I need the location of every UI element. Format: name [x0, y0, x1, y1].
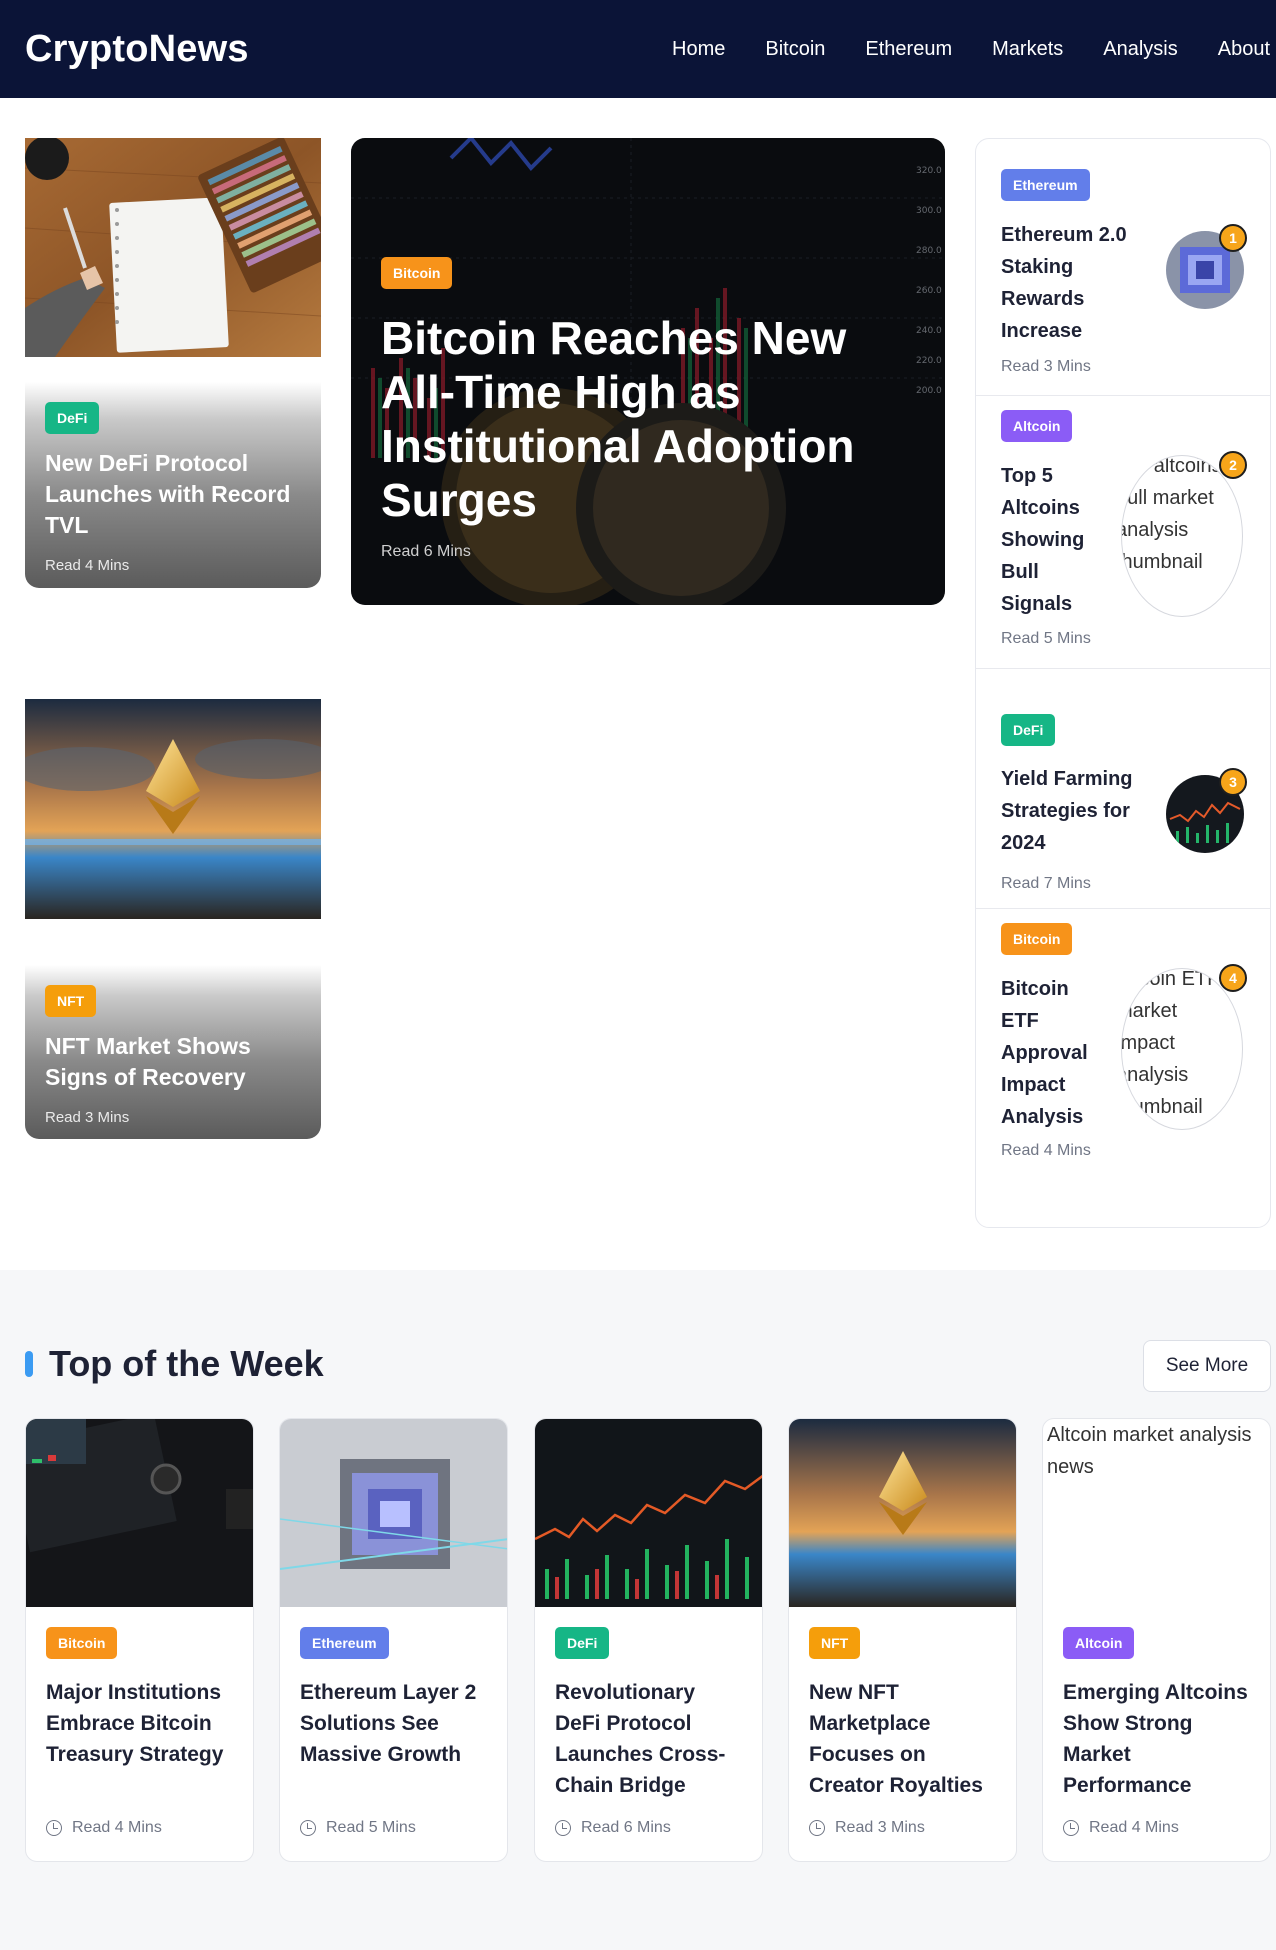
week-article-card[interactable]: DeFi Revolutionary DeFi Protocol Launche…	[534, 1418, 763, 1862]
read-time: Read 3 Mins	[1001, 358, 1091, 375]
sidebar-article-title[interactable]: Ethereum 2.0 Staking Rewards Increase	[1001, 219, 1151, 347]
read-time: Read 6 Mins	[381, 543, 471, 560]
article-image-ethereum-crystal[interactable]	[25, 699, 321, 919]
read-time: Read 6 Mins	[555, 1819, 671, 1837]
clock-icon	[809, 1820, 825, 1836]
read-time: Read 4 Mins	[1063, 1819, 1179, 1837]
article-card-nft-market[interactable]: NFT NFT Market Shows Signs of Recovery R…	[25, 965, 321, 1139]
read-time: Read 4 Mins	[46, 1819, 162, 1837]
sidebar-article-3[interactable]: DeFi Yield Farming Strategies for 2024 R…	[976, 669, 1270, 909]
category-badge[interactable]: Bitcoin	[1001, 923, 1073, 955]
rank-badge: 1	[1219, 224, 1247, 252]
week-article-card[interactable]: Bitcoin Major Institutions Embrace Bitco…	[25, 1418, 254, 1862]
category-badge[interactable]: Altcoin	[1063, 1627, 1135, 1659]
category-badge[interactable]: Altcoin	[1001, 410, 1073, 442]
section-header: Top of the Week See More	[25, 1340, 1271, 1392]
read-time: Read 4 Mins	[1001, 1142, 1091, 1159]
category-badge[interactable]: NFT	[809, 1627, 861, 1659]
trending-sidebar: Ethereum Ethereum 2.0 Staking Rewards In…	[975, 138, 1271, 1228]
featured-article[interactable]: 320.0 300.0 280.0 260.0 240.0 220.0 200.0 Bit…	[351, 138, 945, 605]
clock-icon	[46, 1820, 62, 1836]
category-badge[interactable]: Ethereum	[1001, 169, 1090, 201]
top-of-week-section: Top of the Week See More Bitcoin Major I…	[0, 1270, 1276, 1950]
article-image-ethereum-crystal[interactable]	[789, 1419, 1016, 1607]
category-badge[interactable]: NFT	[45, 985, 97, 1017]
nav-about[interactable]: About	[1218, 38, 1270, 61]
featured-content: Bitcoin Bitcoin Reaches New All-Time Hig…	[381, 257, 915, 561]
read-time: Read 3 Mins	[45, 1109, 130, 1126]
read-time: Read 3 Mins	[809, 1819, 925, 1837]
clock-icon	[1063, 1820, 1079, 1836]
nav-markets[interactable]: Markets	[992, 38, 1063, 61]
site-logo[interactable]: CryptoNews	[25, 28, 249, 71]
section-accent-bar	[25, 1351, 33, 1377]
read-time: Read 5 Mins	[1001, 630, 1091, 647]
article-image-laptop[interactable]	[26, 1419, 253, 1607]
article-title[interactable]: Revolutionary DeFi Protocol Launches Cro…	[555, 1677, 742, 1801]
week-article-card[interactable]: NFT New NFT Marketplace Focuses on Creat…	[788, 1418, 1017, 1862]
category-badge[interactable]: DeFi	[1001, 714, 1056, 746]
sidebar-article-4[interactable]: Bitcoin Bitcoin ETF Approval Impact Anal…	[976, 909, 1270, 1229]
category-badge[interactable]: DeFi	[45, 402, 100, 434]
hero-section: DeFi New DeFi Protocol Launches with Rec…	[0, 98, 1276, 1270]
category-badge[interactable]: Bitcoin	[46, 1627, 118, 1659]
main-nav: Home Bitcoin Ethereum Markets Analysis A…	[672, 38, 1276, 61]
see-more-button[interactable]: See More	[1143, 1340, 1271, 1392]
article-thumbnail-broken[interactable]: Top altcoins bull market analysis thumbn…	[1121, 455, 1243, 617]
week-article-card[interactable]: Altcoin market analysis news Altcoin Eme…	[1042, 1418, 1271, 1862]
article-image-chart[interactable]	[535, 1419, 762, 1607]
category-badge[interactable]: Ethereum	[300, 1627, 389, 1659]
clock-icon	[300, 1820, 316, 1836]
article-card-defi-protocol[interactable]: DeFi New DeFi Protocol Launches with Rec…	[25, 382, 321, 588]
featured-title[interactable]: Bitcoin Reaches New All-Time High as Ins…	[381, 311, 915, 527]
nav-ethereum[interactable]: Ethereum	[865, 38, 952, 61]
read-time: Read 7 Mins	[1001, 875, 1091, 892]
article-title[interactable]: Major Institutions Embrace Bitcoin Treas…	[46, 1677, 233, 1801]
article-title[interactable]: Ethereum Layer 2 Solutions See Massive G…	[300, 1677, 487, 1801]
nav-home[interactable]: Home	[672, 38, 725, 61]
article-title[interactable]: Emerging Altcoins Show Strong Market Per…	[1063, 1677, 1250, 1801]
rank-badge: 3	[1219, 768, 1247, 796]
sidebar-article-2[interactable]: Altcoin Top 5 Altcoins Showing Bull Sign…	[976, 396, 1270, 669]
read-time: Read 5 Mins	[300, 1819, 416, 1837]
article-image-broken[interactable]: Altcoin market analysis news	[1043, 1419, 1270, 1607]
article-title[interactable]: New NFT Marketplace Focuses on Creator R…	[809, 1677, 996, 1801]
sidebar-article-title[interactable]: Bitcoin ETF Approval Impact Analysis	[1001, 973, 1091, 1133]
sidebar-article-1[interactable]: Ethereum Ethereum 2.0 Staking Rewards In…	[976, 139, 1270, 396]
read-time: Read 4 Mins	[45, 557, 130, 574]
clock-icon	[555, 1820, 571, 1836]
nav-analysis[interactable]: Analysis	[1103, 38, 1177, 61]
category-badge[interactable]: Bitcoin	[381, 257, 453, 289]
category-badge[interactable]: DeFi	[555, 1627, 610, 1659]
article-title[interactable]: New DeFi Protocol Launches with Record T…	[45, 448, 301, 541]
article-title[interactable]: NFT Market Shows Signs of Recovery	[45, 1031, 301, 1093]
article-thumbnail-broken[interactable]: Bitcoin ETF market impact analysis thumb…	[1121, 968, 1243, 1130]
rank-badge: 2	[1219, 451, 1247, 479]
section-title: Top of the Week	[49, 1343, 324, 1384]
article-image-blocks[interactable]	[280, 1419, 507, 1607]
week-article-card[interactable]: Ethereum Ethereum Layer 2 Solutions See …	[279, 1418, 508, 1862]
rank-badge: 4	[1219, 964, 1247, 992]
nav-bitcoin[interactable]: Bitcoin	[765, 38, 825, 61]
site-header: CryptoNews Home Bitcoin Ethereum Markets…	[0, 0, 1276, 98]
sidebar-article-title[interactable]: Yield Farming Strategies for 2024	[1001, 763, 1151, 859]
article-image-desk[interactable]	[25, 138, 321, 357]
sidebar-article-title[interactable]: Top 5 Altcoins Showing Bull Signals	[1001, 460, 1091, 620]
